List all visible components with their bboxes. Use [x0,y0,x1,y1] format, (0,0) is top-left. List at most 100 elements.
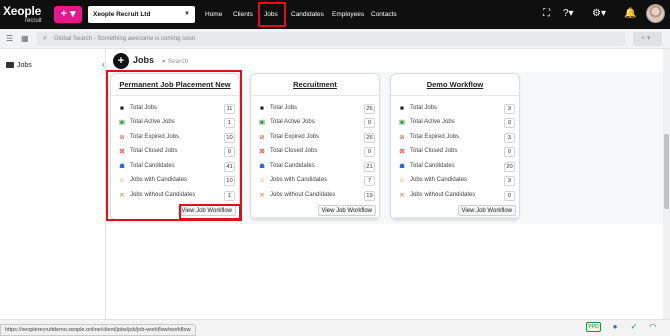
briefcase-icon [6,62,14,69]
stat-value: 0 [504,118,515,128]
stat-label: Total Active Jobs [410,119,455,125]
ppd-badge[interactable]: PPD [586,322,601,332]
fullscreen-icon[interactable]: ⛶ [543,8,550,20]
stat-row: ☗ Total Candidates 20 [397,162,515,173]
stat-row: ✕ Jobs without Candidates 19 [257,191,375,202]
stat-label: Jobs without Candidates [270,192,336,198]
sidebar-item-jobs[interactable]: Jobs [6,62,32,69]
stat-value: 3 [504,133,515,143]
view-job-workflow-button[interactable]: View Job Workflow [317,205,376,216]
stat-label: Jobs with Candidates [270,177,328,183]
briefcase-icon: ■ [400,105,404,112]
nav-candidates[interactable]: Candidates [291,0,324,29]
stat-value: 26 [364,133,375,143]
stat-label: Total Expired Jobs [270,134,320,140]
expired-jobs-icon: ⊘ [259,134,265,141]
caret-down-icon: ▼ [184,11,190,17]
nav-jobs-highlight [258,2,286,27]
nav-employees[interactable]: Employees [332,0,364,29]
stat-row: ⊘ Total Expired Jobs 3 [397,133,515,144]
add-dropdown-button[interactable]: + ▾ [633,32,662,46]
stat-value: 26 [364,104,375,114]
workflow-title[interactable]: Recruitment [251,80,379,89]
jobs-without-candidates-icon: ✕ [259,192,265,199]
stat-value: 20 [504,162,515,172]
list-view-icon[interactable]: ☰ [6,34,13,43]
stat-value: 19 [364,191,375,201]
candidates-icon: ☗ [399,163,405,170]
expired-jobs-icon: ⊘ [399,134,405,141]
stat-row: ✕ Jobs without Candidates 0 [397,191,515,202]
jobs-with-candidates-icon: ☺ [398,177,406,184]
nav-clients[interactable]: Clients [233,0,253,29]
stat-label: Total Candidates [410,163,455,169]
stat-row: ⊘ Total Expired Jobs 26 [257,133,375,144]
vertical-scrollbar[interactable] [663,49,670,319]
workflow-title[interactable]: Demo Workflow [391,80,519,89]
sidebar-item-label: Jobs [17,62,32,69]
stat-row: ☗ Total Candidates 21 [257,162,375,173]
closed-jobs-icon: ⊠ [399,148,405,155]
quick-add-button[interactable]: + ▾ [54,6,82,23]
stat-row: ■ Total Jobs 3 [397,104,515,115]
logo-sub: recruit [25,18,42,24]
stat-row: ▣ Total Active Jobs 0 [397,118,515,129]
stat-label: Total Closed Jobs [410,148,458,154]
status-url: https://xeoplerecruitdemo.xeople.online/… [0,324,196,336]
avatar[interactable] [646,4,665,23]
sidebar: Jobs [0,49,106,319]
logo-brand: Xeople [3,4,42,18]
workflow-card: Recruitment ■ Total Jobs 26 ▣ Total Active … [250,73,380,220]
search-icon: ⌕ [43,35,47,42]
view-job-workflow-button[interactable]: View Job Workflow [457,205,516,216]
stat-row: ▣ Total Active Jobs 0 [257,118,375,129]
page-search-placeholder: Search [167,58,189,65]
stat-label: Total Candidates [270,163,315,169]
grid-view-icon[interactable]: ▦ [21,34,29,43]
company-name: Xeople Recruit Ltd [93,11,151,18]
help-icon[interactable]: ?▾ [563,8,574,20]
stat-row: ⊠ Total Closed Jobs 0 [257,147,375,158]
bell-icon[interactable]: 🔔 [624,8,636,20]
stat-row: ⊠ Total Closed Jobs 0 [397,147,515,158]
card-highlight [106,70,242,221]
scrollbar-thumb[interactable] [664,134,669,209]
gear-icon[interactable]: ⚙▾ [592,8,606,20]
page-search-input[interactable]: ⌕ Search [162,58,188,66]
active-jobs-icon: ▣ [258,119,266,126]
nav-contacts[interactable]: Contacts [371,0,397,29]
briefcase-icon: ■ [260,105,264,112]
candidates-icon: ☗ [259,163,265,170]
closed-jobs-icon: ⊠ [259,148,265,155]
workflow-button-highlight [179,204,241,220]
global-search-input[interactable]: ⌕ Global Search - Something awesome is c… [37,32,625,46]
stat-label: Total Jobs [410,105,438,111]
stat-value: 0 [504,191,515,201]
card-bottom-border [391,217,519,219]
company-selector[interactable]: Xeople Recruit Ltd ▼ [88,6,195,23]
nav-home[interactable]: Home [205,0,222,29]
search-toolbar: ☰ ▦ ⌕ Global Search - Something awesome … [0,29,670,49]
check-circle-icon[interactable]: ✓ [629,322,639,332]
top-navbar: Xeople recruit + ▾ Xeople Recruit Ltd ▼ … [0,0,670,29]
add-job-button[interactable]: + [113,53,129,69]
user-icon[interactable]: ● [610,322,620,332]
global-search-placeholder: Global Search - Something awesome is com… [54,36,196,42]
stat-label: Jobs with Candidates [410,177,468,183]
xeople-logo[interactable]: Xeople recruit [3,4,50,26]
stat-value: 0 [504,147,515,157]
stat-row: ☺ Jobs with Candidates 7 [257,176,375,187]
stat-value: 0 [364,147,375,157]
jobs-without-candidates-icon: ✕ [399,192,405,199]
card-divider [251,95,379,96]
page-title: Jobs [133,55,155,65]
stat-value: 21 [364,162,375,172]
stat-row: ☺ Jobs with Candidates 3 [397,176,515,187]
card-divider [391,95,519,96]
collapse-sidebar-icon[interactable]: ‹ [102,60,105,69]
workflow-card: Demo Workflow ■ Total Jobs 3 ▣ Total Active… [390,73,520,220]
wifi-icon[interactable]: ◠ [648,322,658,332]
stat-value: 3 [504,104,515,114]
stat-row: ■ Total Jobs 26 [257,104,375,115]
stat-label: Jobs without Candidates [410,192,476,198]
